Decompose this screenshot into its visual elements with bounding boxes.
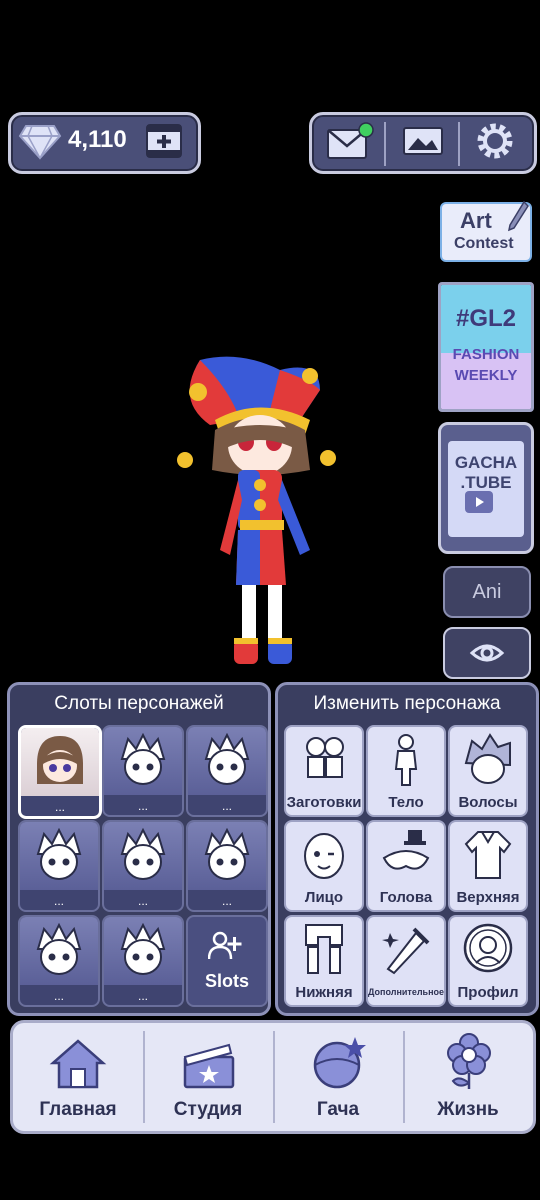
gacha-tube-button[interactable]: GACHA .TUBE [438, 422, 534, 554]
default-face-icon [36, 828, 82, 880]
gallery-icon[interactable] [402, 124, 444, 158]
gl2-tag: #GL2 [455, 305, 517, 332]
diamond-icon [18, 125, 62, 160]
add-user-icon [208, 931, 242, 960]
gl2-line2: WEEKLY [454, 367, 518, 384]
slot-label: ... [221, 894, 232, 908]
character-face-icon [37, 736, 83, 784]
flower-icon [447, 1033, 491, 1089]
tube-line1: GACHA [454, 453, 518, 472]
edit-character-panel: Изменить персонажа Заготовки Тело Волосы [275, 682, 539, 1016]
character-slot[interactable]: ... [102, 725, 184, 817]
play-icon [465, 491, 493, 513]
face-button[interactable]: Лицо [284, 820, 364, 912]
head-accessory-icon [382, 830, 430, 870]
house-icon [49, 1039, 107, 1089]
hair-icon [464, 733, 511, 784]
slot-label: ... [53, 989, 64, 1003]
nav-home[interactable]: Главная [13, 1023, 143, 1131]
nav-studio[interactable]: Студия [143, 1023, 273, 1131]
slot-label: ... [137, 894, 148, 908]
slot-label: ... [221, 799, 232, 813]
hair-button[interactable]: Волосы [448, 725, 528, 817]
profile-icon [463, 923, 513, 973]
bottom-nav: Главная Студия Гача Жизнь [10, 1020, 536, 1134]
default-face-icon [120, 923, 166, 975]
gacha-ball-icon [313, 1037, 366, 1089]
eye-button[interactable] [443, 627, 531, 679]
body-icon [394, 734, 418, 786]
default-face-icon [120, 733, 166, 785]
gear-icon[interactable] [475, 121, 515, 161]
character-slot[interactable]: ... [18, 725, 102, 819]
mail-icon[interactable] [326, 122, 374, 162]
add-slots-label: Slots [204, 971, 249, 991]
film-plus-icon[interactable] [146, 124, 182, 158]
nav-gacha-label: Гача [316, 1099, 360, 1120]
divider [458, 122, 460, 166]
slot-label: ... [137, 799, 148, 813]
clapperboard-icon [183, 1043, 235, 1089]
face-icon [304, 833, 344, 879]
character-slots-panel: Слоты персонажей ... ... ... ... ... ...… [7, 682, 271, 1016]
profile-button[interactable]: Профил [448, 915, 528, 1007]
gl2-fashion-weekly-button[interactable]: #GL2 FASHION WEEKLY [438, 282, 534, 412]
top-clothing-button[interactable]: Верхняя [448, 820, 528, 912]
art-contest-line1: Art [460, 208, 492, 233]
gem-count: 4,110 [68, 126, 127, 153]
extras-label: Дополнительное [368, 987, 445, 997]
eye-icon [469, 644, 505, 662]
pants-icon [305, 924, 343, 974]
character-slot[interactable]: ... [102, 915, 184, 1007]
presets-label: Заготовки [286, 794, 362, 811]
extras-sword-icon [382, 927, 430, 975]
body-button[interactable]: Тело [366, 725, 446, 817]
face-label: Лицо [304, 889, 344, 906]
art-contest-button[interactable]: Art Contest [440, 200, 532, 262]
default-face-icon [36, 923, 82, 975]
bottom-clothing-label: Нижняя [295, 984, 353, 1001]
nav-home-label: Главная [39, 1099, 117, 1120]
art-contest-line2: Contest [454, 235, 514, 252]
character-slot[interactable]: ... [102, 820, 184, 912]
slots-title: Слоты персонажей [54, 693, 224, 714]
nav-gacha[interactable]: Гача [273, 1023, 403, 1131]
body-label: Тело [388, 794, 424, 811]
nav-studio-label: Студия [173, 1099, 243, 1120]
pencil-icon [507, 200, 529, 232]
presets-icon [306, 737, 344, 778]
character-slot[interactable]: ... [18, 915, 100, 1007]
divider [384, 122, 386, 166]
character-slot[interactable]: ... [186, 725, 268, 817]
nav-life-label: Жизнь [437, 1099, 499, 1120]
top-clothing-label: Верхняя [456, 889, 520, 906]
shirt-icon [464, 831, 512, 879]
character-avatar[interactable] [170, 350, 350, 670]
slot-label: ... [137, 989, 148, 1003]
bottom-clothing-button[interactable]: Нижняя [284, 915, 364, 1007]
tube-line2: .TUBE [460, 473, 512, 492]
hair-label: Волосы [458, 794, 518, 811]
slot-label: ... [54, 800, 65, 814]
default-face-icon [120, 828, 166, 880]
slot-label: ... [53, 894, 64, 908]
presets-button[interactable]: Заготовки [284, 725, 364, 817]
character-slot[interactable]: ... [18, 820, 100, 912]
default-face-icon [204, 828, 250, 880]
extras-button[interactable]: Дополнительное [366, 915, 446, 1007]
character-slot[interactable]: ... [186, 820, 268, 912]
default-face-icon [204, 733, 250, 785]
add-slots-button[interactable]: Slots [186, 915, 268, 1007]
gl2-line1: FASHION [452, 346, 520, 363]
profile-label: Профил [457, 984, 519, 1001]
head-label: Голова [379, 889, 433, 906]
nav-life[interactable]: Жизнь [403, 1023, 533, 1131]
ani-button[interactable]: Ani [443, 566, 531, 618]
edit-title: Изменить персонажа [313, 693, 501, 714]
head-button[interactable]: Голова [366, 820, 446, 912]
